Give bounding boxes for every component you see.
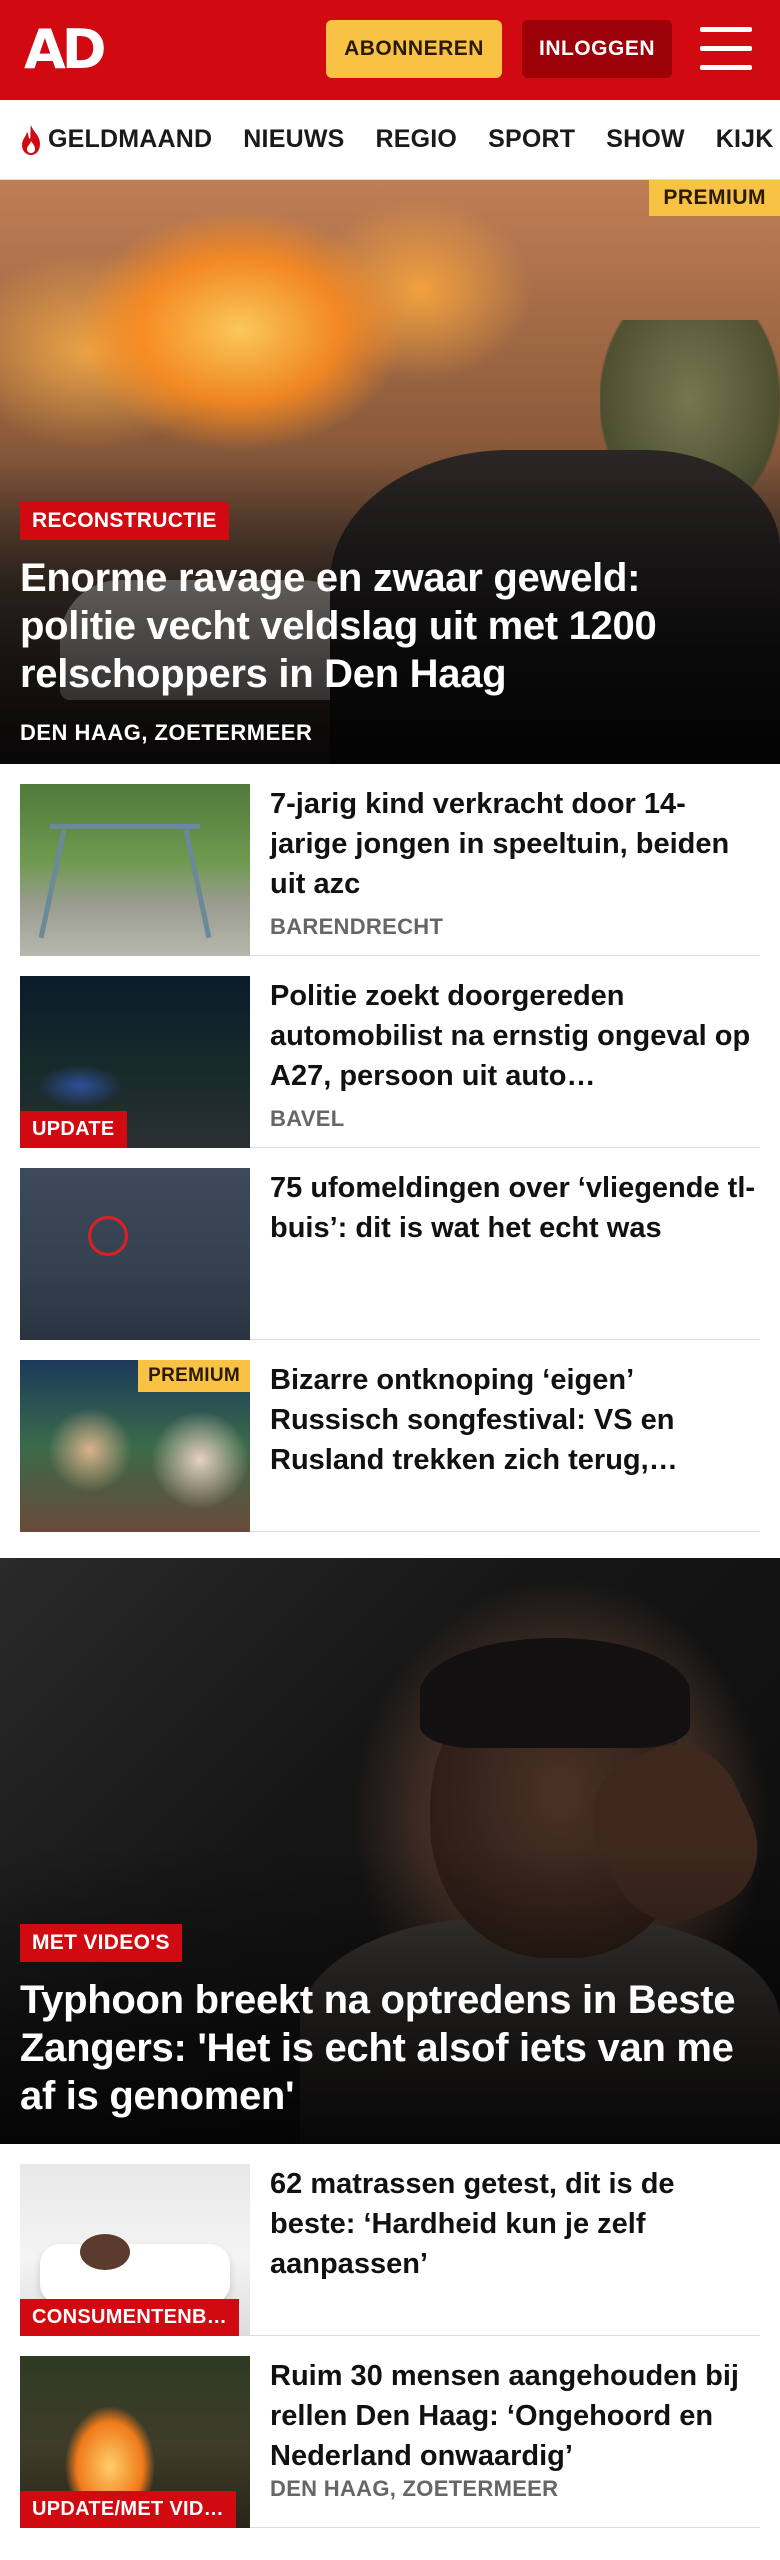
nav-item-sport[interactable]: SPORT — [488, 125, 575, 154]
list-item[interactable]: UPDATE/MET VID… Ruim 30 mensen aangehoud… — [20, 2336, 760, 2528]
article-title[interactable]: 7-jarig kind verkracht door 14-jarige jo… — [270, 784, 760, 904]
subscribe-button[interactable]: ABONNEREN — [326, 20, 502, 78]
nav-item-kijk[interactable]: KIJK — [716, 125, 774, 154]
ad-logo[interactable]: AD — [24, 22, 107, 78]
section-nav: GELDMAAND NIEUWS REGIO SPORT SHOW KIJK — [0, 100, 780, 180]
article-list: 7-jarig kind verkracht door 14-jarige jo… — [0, 764, 780, 1532]
article-title[interactable]: Ruim 30 mensen aangehouden bij rellen De… — [270, 2356, 760, 2476]
hero-location: DEN HAAG, ZOETERMEER — [20, 720, 313, 745]
nav-label: GELDMAAND — [48, 125, 213, 153]
article-title[interactable]: Bizarre ontknoping ‘eigen’ Russisch song… — [270, 1360, 760, 1480]
article-thumbnail: CONSUMENTENB… — [20, 2164, 250, 2336]
top-bar: AD ABONNEREN INLOGGEN — [0, 0, 780, 100]
nav-item-regio[interactable]: REGIO — [376, 125, 458, 154]
article-label: CONSUMENTENB… — [20, 2299, 240, 2336]
article-location: BAVEL — [270, 1106, 345, 1131]
nav-item-nieuws[interactable]: NIEUWS — [243, 125, 344, 154]
login-button[interactable]: INLOGGEN — [522, 20, 672, 78]
article-thumbnail — [20, 784, 250, 956]
premium-badge: PREMIUM — [649, 180, 780, 216]
article-label: RECONSTRUCTIE — [20, 502, 229, 540]
article-location: DEN HAAG, ZOETERMEER — [270, 2476, 559, 2501]
highlight-circle — [88, 1216, 128, 1256]
article-title[interactable]: 62 matrassen getest, dit is de beste: ‘H… — [270, 2164, 760, 2284]
nav-item-show[interactable]: SHOW — [606, 125, 685, 154]
hero-article[interactable]: PREMIUM RECONSTRUCTIE Enorme ravage en z… — [0, 180, 780, 764]
list-item[interactable]: CONSUMENTENB… 62 matrassen getest, dit i… — [20, 2144, 760, 2336]
article-label: UPDATE/MET VID… — [20, 2491, 236, 2528]
list-item[interactable]: 7-jarig kind verkracht door 14-jarige jo… — [20, 764, 760, 956]
article-title[interactable]: Politie zoekt doorgereden automobilist n… — [270, 976, 760, 1096]
premium-badge: PREMIUM — [138, 1360, 250, 1392]
article-label: UPDATE — [20, 1111, 127, 1148]
article-thumbnail — [20, 1168, 250, 1340]
nav-item-geldmaand[interactable]: GELDMAAND — [18, 124, 212, 156]
list-item[interactable]: 75 ufomeldingen over ‘vliegende tl-buis’… — [20, 1148, 760, 1340]
hero-title[interactable]: Enorme ravage en zwaar geweld: politie v… — [20, 554, 750, 698]
list-item[interactable]: PREMIUM Bizarre ontknoping ‘eigen’ Russi… — [20, 1340, 760, 1532]
list-item[interactable]: UPDATE Politie zoekt doorgereden automob… — [20, 956, 760, 1148]
article-thumbnail: PREMIUM — [20, 1360, 250, 1532]
article-title[interactable]: 75 ufomeldingen over ‘vliegende tl-buis’… — [270, 1168, 760, 1248]
article-label: MET VIDEO'S — [20, 1924, 182, 1962]
article-location: BARENDRECHT — [270, 914, 444, 939]
hero-title[interactable]: Typhoon breekt na optredens in Beste Zan… — [20, 1976, 750, 2120]
hamburger-menu-icon[interactable] — [700, 27, 752, 71]
featured-video-article[interactable]: MET VIDEO'S Typhoon breekt na optredens … — [0, 1558, 780, 2144]
article-thumbnail: UPDATE — [20, 976, 250, 1148]
article-thumbnail: UPDATE/MET VID… — [20, 2356, 250, 2528]
flame-icon — [22, 124, 40, 155]
article-list: CONSUMENTENB… 62 matrassen getest, dit i… — [0, 2144, 780, 2528]
